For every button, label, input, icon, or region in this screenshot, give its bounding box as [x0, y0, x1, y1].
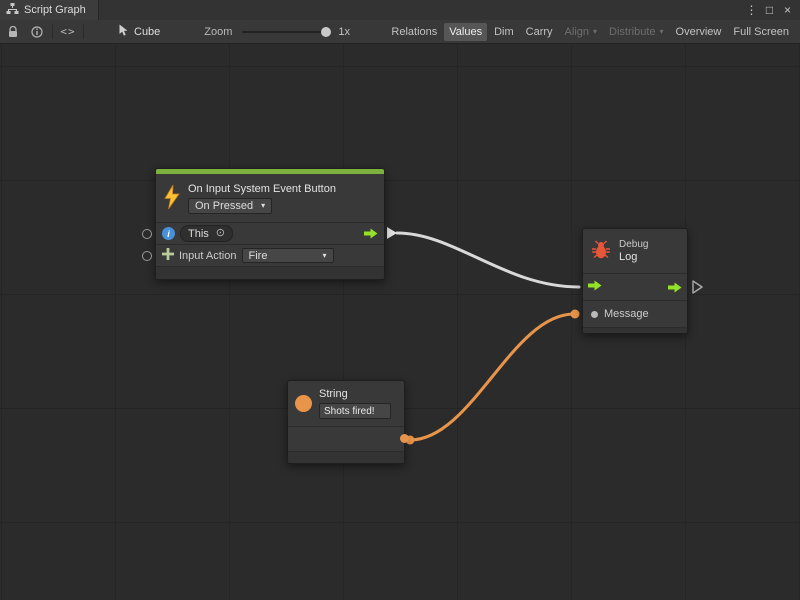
overview-label: Overview [676, 26, 722, 38]
string-node-footer [288, 451, 404, 463]
string-output-row [288, 426, 404, 451]
window-controls: ⋮ □ × [744, 0, 800, 20]
maximize-icon[interactable]: □ [762, 1, 777, 19]
dim-label: Dim [494, 26, 514, 38]
graph-canvas[interactable]: On Input System Event Button On Pressed … [0, 44, 800, 600]
code-preview-icon[interactable]: <> [59, 23, 77, 41]
value-wire[interactable] [410, 314, 574, 440]
string-node-header: String [288, 381, 404, 426]
align-label: Align [565, 26, 589, 38]
debug-node-name: Log [619, 251, 648, 264]
flow-wire-start-arrow-icon [387, 227, 397, 239]
close-icon[interactable]: × [780, 1, 795, 19]
carry-button[interactable]: Carry [521, 23, 558, 41]
debug-flow-input-port[interactable] [588, 280, 602, 294]
input-action-port-row: Input Action Fire ▾ [156, 244, 384, 266]
event-flow-output-port[interactable] [364, 228, 378, 239]
input-action-icon [162, 248, 174, 263]
debug-node-header: Debug Log [583, 229, 687, 273]
value-wire-end-dot[interactable] [571, 310, 580, 319]
event-mode-dropdown[interactable]: On Pressed ▾ [188, 198, 272, 214]
this-object-picker[interactable]: This ⊙ [180, 225, 233, 242]
input-action-label: Input Action [179, 250, 237, 262]
overview-button[interactable]: Overview [671, 23, 727, 41]
string-output-port[interactable] [400, 434, 409, 443]
toolbar-separator [83, 24, 84, 39]
target-label: Cube [134, 26, 160, 38]
menu-icon[interactable]: ⋮ [744, 1, 759, 19]
event-mode-value: On Pressed [195, 200, 253, 212]
lock-icon[interactable] [4, 23, 22, 41]
lightning-icon [164, 185, 180, 212]
input-action-dropdown[interactable]: Fire ▾ [242, 248, 334, 263]
toolbar-separator [52, 24, 53, 39]
input-action-input-port[interactable] [142, 251, 152, 261]
string-value-field[interactable] [319, 403, 391, 419]
relations-label: Relations [391, 26, 437, 38]
chevron-down-icon: ▾ [660, 28, 664, 36]
node-string-literal[interactable]: String [287, 380, 405, 464]
script-graph-window: Script Graph ⋮ □ × <> Cube Zoom 1x [0, 0, 800, 600]
graph-target[interactable]: Cube [118, 24, 160, 40]
fullscreen-label: Full Screen [733, 26, 789, 38]
debug-node-category: Debug [619, 238, 648, 251]
zoom-slider-knob[interactable] [321, 27, 331, 37]
carry-label: Carry [526, 26, 553, 38]
input-action-value: Fire [249, 250, 268, 262]
graph-toolbar: <> Cube Zoom 1x Relations Values Dim Car… [0, 20, 800, 44]
event-node-title: On Input System Event Button [188, 183, 336, 195]
debug-node-footer [583, 327, 687, 333]
values-label: Values [449, 26, 482, 38]
debug-flow-row [583, 273, 687, 300]
bug-icon [591, 240, 611, 262]
string-type-icon [295, 395, 312, 412]
zoom-slider[interactable] [242, 31, 328, 33]
node-on-input-system-event-button[interactable]: On Input System Event Button On Pressed … [155, 168, 385, 280]
dim-button[interactable]: Dim [489, 23, 519, 41]
tab-title: Script Graph [24, 4, 86, 16]
graph-icon [6, 3, 19, 17]
relations-button[interactable]: Relations [386, 23, 442, 41]
tab-script-graph[interactable]: Script Graph [0, 0, 99, 20]
distribute-button[interactable]: Distribute ▾ [604, 23, 668, 41]
event-node-footer [156, 266, 384, 279]
node-debug-log[interactable]: Debug Log Message [582, 228, 688, 334]
event-node-header: On Input System Event Button On Pressed … [156, 174, 384, 222]
this-object-icon: i [162, 227, 175, 240]
message-input-port[interactable] [591, 311, 598, 318]
message-label: Message [604, 308, 649, 320]
this-input-port[interactable] [142, 229, 152, 239]
flow-output-arrow-icon[interactable] [693, 281, 702, 293]
titlebar: Script Graph ⋮ □ × [0, 0, 800, 20]
flow-wire[interactable] [397, 233, 579, 287]
chevron-down-icon: ▾ [322, 252, 326, 260]
this-port-row: i This ⊙ [156, 222, 384, 244]
chevron-down-icon: ▾ [261, 202, 265, 210]
distribute-label: Distribute [609, 26, 655, 38]
string-node-title: String [319, 388, 391, 400]
values-button[interactable]: Values [444, 23, 487, 41]
cursor-icon [118, 24, 129, 40]
align-button[interactable]: Align ▾ [560, 23, 602, 41]
debug-flow-output-port[interactable] [668, 282, 682, 293]
fullscreen-button[interactable]: Full Screen [728, 23, 794, 41]
object-picker-icon: ⊙ [216, 228, 225, 239]
debug-message-row: Message [583, 300, 687, 327]
zoom-label: Zoom [204, 26, 232, 38]
chevron-down-icon: ▾ [593, 28, 597, 36]
toolbar-buttons: Relations Values Dim Carry Align ▾ Distri… [386, 23, 796, 41]
zoom-value: 1x [338, 26, 350, 38]
info-icon[interactable] [28, 23, 46, 41]
this-label: This [188, 228, 209, 240]
